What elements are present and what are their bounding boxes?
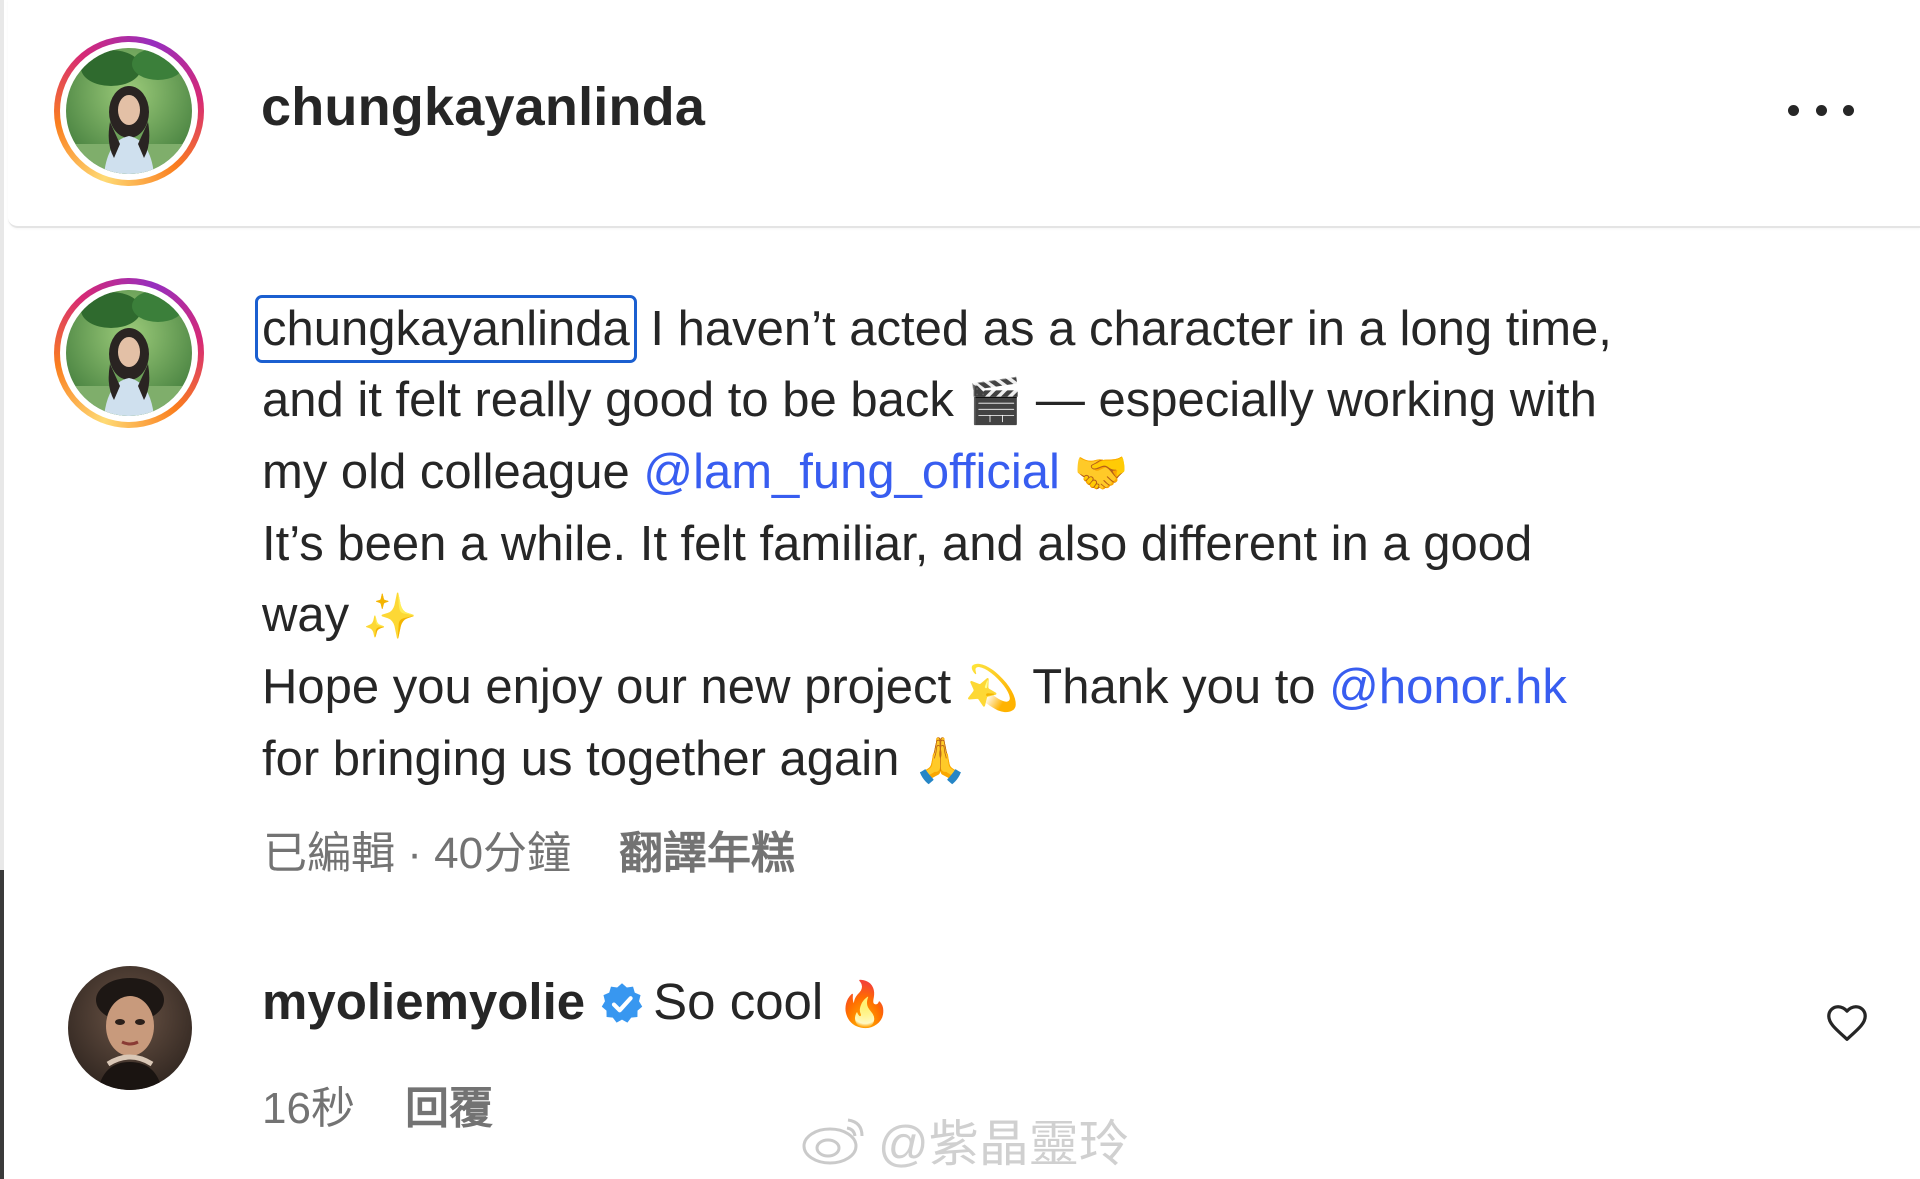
caption-text: Thank you to	[1019, 660, 1330, 714]
commenter-avatar[interactable]	[68, 966, 192, 1090]
more-options-button[interactable]	[1788, 95, 1854, 125]
folded-hands-icon: 🙏	[913, 735, 968, 786]
caption-username-link[interactable]: chungkayanlinda	[255, 295, 637, 363]
caption-text: It’s been a while. It felt familiar, and…	[262, 517, 1533, 571]
caption-line: It’s been a while. It felt familiar, and…	[262, 509, 1822, 580]
more-dot	[1815, 104, 1827, 116]
reply-button[interactable]: 回覆	[405, 1084, 493, 1133]
caption-line: Hope you enjoy our new project 💫 Thank y…	[262, 652, 1822, 724]
instagram-post-window: chungkayanlinda chungkayanlinda I haven’…	[0, 0, 1920, 1179]
comment-timestamp: 16秒	[262, 1084, 355, 1133]
translate-button[interactable]: 翻譯年糕	[619, 829, 795, 878]
comment-text: So cool	[653, 973, 838, 1030]
sparkles-icon: ✨	[362, 591, 418, 642]
more-horizontal-icon	[1788, 104, 1799, 116]
post-header: chungkayanlinda	[8, 0, 1920, 228]
mention-link-honor[interactable]: @honor.hk	[1329, 660, 1567, 714]
header-username[interactable]: chungkayanlinda	[261, 76, 705, 138]
caption-line: my old colleague @lam_fung_official 🤝	[262, 437, 1822, 509]
fire-icon: 🔥	[837, 979, 893, 1030]
caption-text: I haven’t acted as a character in a long…	[636, 302, 1612, 356]
caption-text: way	[262, 588, 363, 642]
window-edge-dark	[0, 870, 4, 1179]
edited-timestamp: 已編輯 · 40分鐘	[263, 829, 572, 878]
caption-avatar[interactable]	[54, 278, 204, 428]
caption-line: chungkayanlinda I haven’t acted as a cha…	[255, 294, 1822, 365]
caption-line: for bringing us together again 🙏	[262, 724, 1822, 796]
caption-text: — especially working with	[1022, 373, 1597, 427]
comment-meta: 16秒 回覆	[262, 1072, 493, 1136]
clapper-board-icon: 🎬	[967, 376, 1023, 427]
post-caption: chungkayanlinda I haven’t acted as a cha…	[255, 294, 1822, 796]
commenter-avatar-photo	[68, 966, 192, 1090]
watermark: @紫晶靈玲	[800, 1104, 1129, 1176]
heart-icon[interactable]	[1824, 1000, 1870, 1046]
caption-text: for bringing us together again	[262, 732, 914, 786]
weibo-logo-icon	[802, 1118, 864, 1165]
profile-avatar[interactable]	[54, 36, 204, 186]
comment-username[interactable]: myoliemyolie	[262, 973, 585, 1030]
caption-line: and it felt really good to be back 🎬 — e…	[262, 365, 1822, 437]
more-dot	[1843, 104, 1854, 116]
caption-text: Hope you enjoy our new project	[262, 660, 965, 714]
verified-badge-icon	[599, 978, 645, 1042]
dizzy-star-icon: 💫	[964, 663, 1020, 714]
handshake-icon: 🤝	[1073, 448, 1129, 499]
avatar-photo	[66, 290, 192, 416]
avatar-photo	[66, 48, 192, 174]
caption-line: way ✨	[262, 580, 1822, 652]
comment-body: myoliemyolie So cool 🔥	[262, 970, 892, 1042]
mention-link-lam-fung[interactable]: @lam_fung_official	[643, 445, 1060, 499]
watermark-text: @紫晶靈玲	[878, 1116, 1129, 1172]
caption-text: and it felt really good to be back	[262, 373, 968, 427]
caption-text: my old colleague	[262, 445, 644, 499]
caption-meta: 已編輯 · 40分鐘 翻譯年糕	[263, 817, 795, 881]
